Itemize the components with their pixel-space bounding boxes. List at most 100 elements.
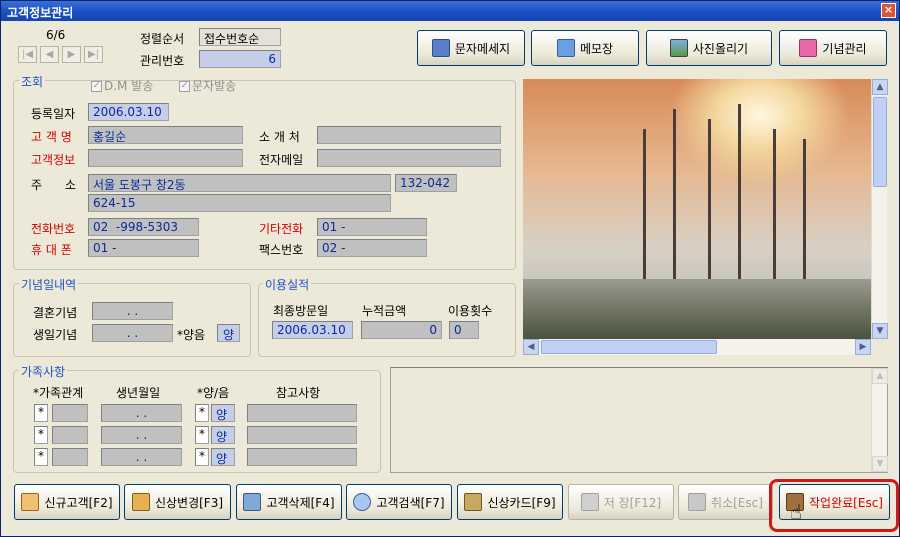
profile-card-button[interactable]: 신상카드[F9] [457,484,563,520]
family-header-birth: 생년월일 [116,386,161,400]
scroll-left-button[interactable]: ◀ [523,339,539,355]
family-row-1-birth[interactable]: . . [101,404,182,422]
family-row-3-calendar[interactable]: 양 [211,448,235,466]
family-row-1-note[interactable] [247,404,357,422]
address2-field[interactable]: 624-15 [88,194,391,212]
family-row-2-note[interactable] [247,426,357,444]
next-record-button[interactable]: ▶ [62,46,81,63]
family-title: 가족사항 [19,363,68,380]
birthday-label: 생일기념 [33,328,78,342]
photo-vertical-scrollbar[interactable]: ▲ ▼ [871,79,888,339]
upload-photo-button[interactable]: 사진올리기 [646,30,772,66]
other-phone-field[interactable]: 01 - [317,218,427,236]
photo-horizontal-scrollbar[interactable]: ◀ ▶ [523,339,871,355]
memo-scrollbar[interactable]: ▲ ▼ [871,368,888,472]
new-customer-button[interactable]: 신규고객[F2] [14,484,120,520]
save-button-label: 저 장[F12] [603,495,662,510]
title-bar: 고객정보관리 × [1,1,899,21]
wedding-field[interactable]: . . [92,302,173,320]
close-button[interactable]: × [881,3,896,18]
done-button-highlight [769,479,899,532]
family-header-calendar: *양/음 [197,386,230,400]
memo-button[interactable]: 메모장 [531,30,639,66]
referrer-field[interactable] [317,126,501,144]
picture-icon [669,39,688,57]
family-row-1-marker2: * [195,404,209,422]
fax-field[interactable]: 02 - [317,239,427,257]
total-amount-field: 0 [361,321,442,339]
memo-button-label: 메모장 [579,41,614,56]
anniversary-button[interactable]: 기념관리 [779,30,887,66]
search-customer-label: 고객검색[F7] [376,495,445,510]
edit-user-icon [131,493,150,511]
family-row-3-birth[interactable]: . . [101,448,182,466]
upload-photo-label: 사진올리기 [692,41,749,56]
sms-button-label: 문자메세지 [454,41,511,56]
memo-scroll-up-button[interactable]: ▲ [872,368,888,384]
customer-info-field[interactable] [88,149,243,167]
family-row-3-marker2: * [195,448,209,466]
email-field[interactable] [317,149,501,167]
notepad-icon [556,39,575,57]
change-info-button[interactable]: 신상변경[F3] [124,484,231,520]
wedding-label: 결혼기념 [33,306,78,320]
address-label: 주 소 [31,178,76,192]
family-header-relation: *가족관계 [33,386,84,400]
new-user-icon [21,493,40,511]
prev-record-button[interactable]: ◀ [40,46,59,63]
family-row-3-relation[interactable] [52,448,88,466]
family-row-3-note[interactable] [247,448,357,466]
name-field[interactable]: 홍길순 [88,126,243,144]
other-phone-label: 기타전화 [259,222,304,236]
sms-checkbox[interactable]: ✓ 문자발송 [179,77,236,94]
zip-field[interactable]: 132-042 [395,174,457,192]
last-record-button[interactable]: ▶| [84,46,103,63]
visit-count-field: 0 [449,321,479,339]
search-customer-button[interactable]: 고객검색[F7] [346,484,452,520]
memo-scroll-down-button[interactable]: ▼ [872,456,888,472]
scroll-down-button[interactable]: ▼ [872,323,888,339]
last-visit-field: 2006.03.10 [272,321,353,339]
scroll-right-button[interactable]: ▶ [855,339,871,355]
sms-button[interactable]: 문자메세지 [417,30,525,66]
customer-photo [523,79,871,339]
address1-field[interactable]: 서울 도봉구 창2동 [88,174,391,192]
family-row-2-birth[interactable]: . . [101,426,182,444]
change-info-label: 신상변경[F3] [154,495,224,510]
phone-field[interactable]: 02 -998-5303 [88,218,199,236]
delete-customer-button[interactable]: 고객삭제[F4] [236,484,342,520]
profile-card-label: 신상카드[F9] [487,495,556,510]
scroll-up-button[interactable]: ▲ [872,79,888,95]
sort-label: 정렬순서 [140,32,185,46]
family-row-1-calendar[interactable]: 양 [211,404,235,422]
reg-date-field[interactable]: 2006.03.10 [88,103,169,121]
family-row-2-calendar[interactable]: 양 [211,426,235,444]
family-row-2-marker2: * [195,426,209,444]
delete-customer-label: 고객삭제[F4] [266,495,335,510]
mobile-field[interactable]: 01 - [88,239,199,257]
scroll-thumb[interactable] [873,97,887,187]
birthday-field[interactable]: . . [92,324,173,342]
family-row-2-marker: * [34,426,48,444]
dm-checkbox[interactable]: ✓ D.M 발송 [91,77,153,94]
save-button[interactable]: 저 장[F12] [568,484,674,520]
sms-icon [431,39,450,57]
first-record-button[interactable]: |◀ [18,46,37,63]
memo-textarea[interactable]: ▲ ▼ [390,367,888,473]
calendar-type-field[interactable]: 양 [217,324,240,342]
family-row-3-marker: * [34,448,48,466]
cancel-button-label: 취소[Esc] [711,495,763,510]
family-row-1-relation[interactable] [52,404,88,422]
fax-label: 팩스번호 [259,243,304,257]
family-row-2-relation[interactable] [52,426,88,444]
cancel-button[interactable]: 취소[Esc] [678,484,773,520]
sort-select[interactable]: 접수번호순 [199,28,281,46]
horizontal-scroll-thumb[interactable] [541,340,717,354]
new-customer-label: 신규고객[F2] [44,495,113,510]
last-visit-label: 최종방문일 [273,304,329,318]
save-icon [580,493,599,511]
dm-checkbox-label: D.M 발송 [104,79,154,93]
anniversary-title: 기념일내역 [19,276,79,293]
family-row-1-marker: * [34,404,48,422]
customer-info-window: 고객정보관리 × 6/6 |◀ ◀ ▶ ▶| 정렬순서 접수번호순 관리번호 6… [0,0,900,537]
